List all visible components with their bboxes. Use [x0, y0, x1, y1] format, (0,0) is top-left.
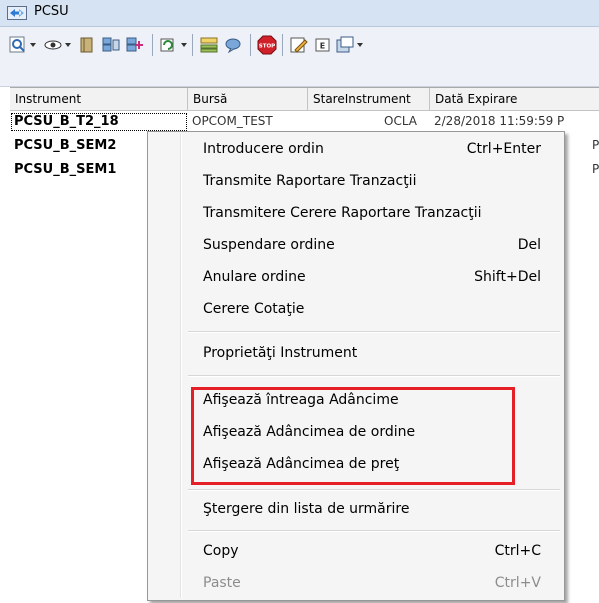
toolbar-divider: [192, 34, 193, 56]
menu-item-shortcut: Ctrl+C: [494, 543, 541, 559]
stop-icon-label: STOP: [259, 44, 275, 50]
refresh-icon[interactable]: [158, 35, 180, 55]
grid-header: Instrument Bursă StareInstrument Dată Ex…: [10, 87, 599, 111]
chevron-down-icon[interactable]: [357, 43, 363, 47]
menu-item-label: Transmite Raportare Tranzacţii: [203, 173, 417, 189]
stack-icon[interactable]: [100, 35, 122, 55]
toolbar-divider: [282, 34, 283, 56]
stop-icon[interactable]: STOP: [256, 35, 278, 55]
context-menu: Introducere ordin Ctrl+Enter Transmite R…: [147, 131, 565, 601]
toolbar-divider: [152, 34, 153, 56]
menu-item-shortcut: Ctrl+V: [494, 575, 541, 591]
menu-item-copy[interactable]: Copy Ctrl+C: [150, 536, 562, 568]
eye-icon[interactable]: [42, 35, 64, 55]
window-title: PCSU: [34, 4, 69, 19]
book-icon[interactable]: [76, 35, 98, 55]
menu-item-label: Introducere ordin: [203, 141, 324, 157]
menu-item-label: Cerere Cotaţie: [203, 301, 305, 317]
cell-bursa: OPCOM_TEST: [192, 114, 273, 128]
menu-item-label: Copy: [203, 543, 239, 559]
menu-item-transmitere-cerere[interactable]: Transmitere Cerere Raportare Tranzacţii: [150, 198, 562, 230]
menu-item-proprietati-instrument[interactable]: Proprietăţi Instrument: [150, 338, 562, 370]
e-icon-label: E: [320, 42, 325, 51]
menu-item-stergere-lista[interactable]: Ştergere din lista de urmărire: [150, 494, 562, 526]
edit-icon[interactable]: [288, 35, 310, 55]
window-app-icon: [7, 6, 27, 20]
highlight-box: [191, 387, 515, 485]
column-header-stare-instrument[interactable]: StareInstrument: [308, 88, 430, 111]
stack-add-icon[interactable]: [124, 35, 146, 55]
column-header-data-expirare[interactable]: Dată Expirare: [430, 88, 599, 111]
chevron-down-icon[interactable]: [30, 43, 36, 47]
menu-item-label: Paste: [203, 575, 241, 591]
menu-separator: [188, 530, 560, 532]
menu-item-transmite-raportare[interactable]: Transmite Raportare Tranzacţii: [150, 166, 562, 198]
e-icon[interactable]: E: [312, 35, 334, 55]
title-bar: PCSU: [0, 0, 599, 27]
menu-item-introducere-ordin[interactable]: Introducere ordin Ctrl+Enter: [150, 134, 562, 166]
export-icon[interactable]: [334, 35, 356, 55]
cell-expirare: P: [592, 138, 599, 152]
search-icon[interactable]: [8, 35, 30, 55]
cell-stare: OCLA: [384, 114, 417, 128]
cell-instrument: PCSU_B_T2_18: [10, 112, 188, 132]
menu-item-label: Ştergere din lista de urmărire: [203, 501, 410, 517]
menu-separator: [188, 489, 560, 491]
menu-item-label: Suspendare ordine: [203, 237, 335, 253]
layout-icon[interactable]: [198, 35, 220, 55]
menu-item-label: Proprietăţi Instrument: [203, 345, 358, 361]
menu-item-shortcut: Ctrl+Enter: [466, 141, 541, 157]
menu-item-shortcut: Del: [517, 237, 541, 253]
cell-expirare: 2/28/2018 11:59:59 P: [434, 114, 565, 128]
menu-item-cerere-cotatie[interactable]: Cerere Cotaţie: [150, 294, 562, 326]
menu-separator: [188, 375, 560, 377]
menu-separator: [188, 331, 560, 333]
toolbar-divider: [250, 34, 251, 56]
chat-icon[interactable]: [222, 35, 244, 55]
column-header-bursa[interactable]: Bursă: [188, 88, 308, 111]
menu-item-label: Anulare ordine: [203, 269, 306, 285]
menu-item-anulare-ordine[interactable]: Anulare ordine Shift+Del: [150, 262, 562, 294]
chevron-down-icon[interactable]: [181, 43, 187, 47]
toolbar: STOP E: [0, 27, 599, 87]
table-row[interactable]: PCSU_B_T2_18 OPCOM_TEST OCLA 2/28/2018 1…: [10, 112, 599, 132]
menu-item-paste: Paste Ctrl+V: [150, 568, 562, 600]
menu-item-label: Transmitere Cerere Raportare Tranzacţii: [203, 205, 482, 221]
cell-expirare: P: [592, 162, 599, 176]
chevron-down-icon[interactable]: [65, 43, 71, 47]
column-header-instrument[interactable]: Instrument: [10, 88, 188, 111]
menu-item-suspendare-ordine[interactable]: Suspendare ordine Del: [150, 230, 562, 262]
menu-item-shortcut: Shift+Del: [474, 269, 541, 285]
